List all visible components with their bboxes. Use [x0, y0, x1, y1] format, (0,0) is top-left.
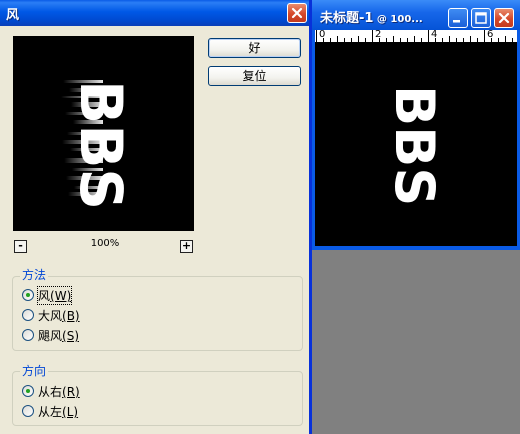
ok-button[interactable]: 好 — [208, 38, 301, 58]
radio-button[interactable] — [22, 405, 34, 417]
radio-button[interactable] — [22, 329, 34, 341]
radio-button[interactable] — [22, 309, 34, 321]
document-close-button[interactable] — [494, 8, 514, 28]
close-icon — [291, 7, 303, 19]
zoom-out-button[interactable]: - — [14, 240, 27, 253]
ruler-label: 6 — [487, 29, 494, 40]
radio-button[interactable] — [22, 289, 34, 301]
radio-label: 从左(L) — [38, 405, 79, 419]
minimize-button[interactable] — [448, 8, 468, 28]
document-canvas[interactable]: BBS — [315, 43, 517, 246]
preview-text: BBS — [67, 80, 135, 210]
filter-preview[interactable]: BBS — [13, 36, 194, 231]
canvas-art: BBS — [383, 85, 446, 206]
dialog-title: 风 — [6, 8, 20, 23]
radio-label: 风(W) — [36, 286, 73, 305]
ruler-label: 2 — [375, 29, 382, 40]
ruler-label: 0 — [319, 29, 326, 40]
close-icon — [498, 12, 510, 24]
zoom-level: 100% — [90, 238, 120, 249]
radio-label: 大风(B) — [38, 309, 80, 323]
direction-group-title: 方向 — [20, 362, 49, 379]
canvas-text: BBS — [383, 85, 446, 206]
radio-label: 飓风(S) — [38, 329, 79, 343]
ruler-label: 4 — [431, 29, 438, 40]
document-window: 未标题-1 @ 100... 0 2 4 6 BBS — [312, 0, 520, 250]
dialog-body: BBS - 100% + 好 复位 方法 风(W) 大风(B) 飓风(S) 方向… — [0, 26, 309, 434]
dialog-titlebar[interactable]: 风 — [0, 0, 309, 26]
zoom-in-button[interactable]: + — [180, 240, 193, 253]
radio-button[interactable] — [22, 385, 34, 397]
document-titlebar[interactable]: 未标题-1 @ 100... — [312, 0, 520, 30]
maximize-icon — [475, 12, 487, 24]
wind-filter-dialog: 风 BBS - 100% + 好 复位 方法 风(W) 大风(B) 飓风(S) … — [0, 0, 312, 434]
document-title: 未标题-1 @ 100... — [320, 11, 423, 26]
reset-button[interactable]: 复位 — [208, 66, 301, 86]
horizontal-ruler[interactable]: 0 2 4 6 — [315, 29, 517, 43]
method-group-title: 方法 — [20, 266, 49, 283]
preview-canvas: BBS — [61, 80, 135, 210]
minimize-icon — [453, 20, 460, 23]
radio-label: 从右(R) — [38, 385, 80, 399]
dialog-close-button[interactable] — [287, 3, 307, 23]
maximize-button[interactable] — [471, 8, 491, 28]
